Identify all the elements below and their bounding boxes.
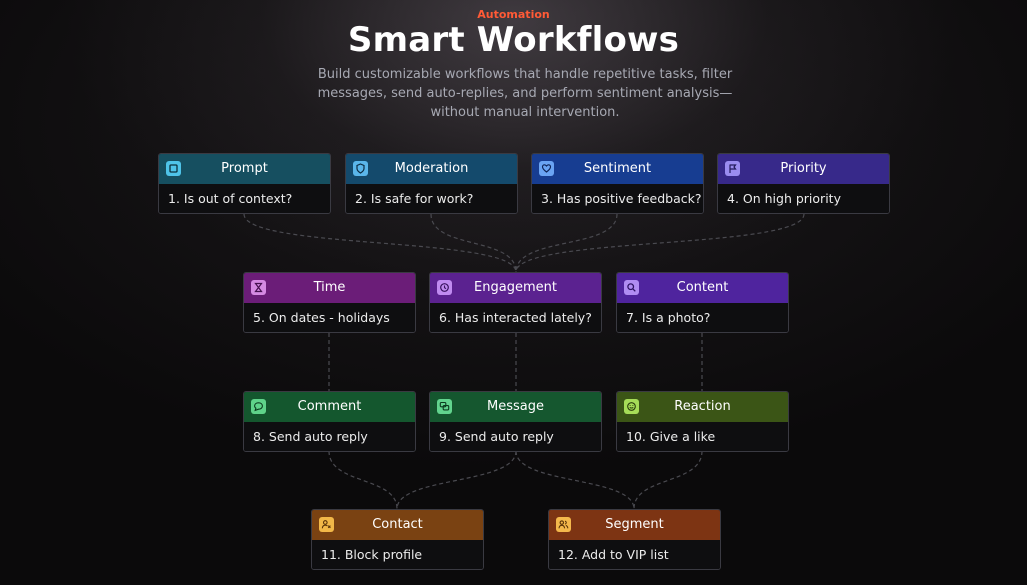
heart-icon [539, 161, 554, 176]
node-step: 7. Is a photo? [617, 303, 788, 332]
connector-moderation-engagement [430, 213, 517, 273]
node-moderation[interactable]: Moderation 2. Is safe for work? [345, 153, 518, 214]
node-header: Sentiment [532, 154, 703, 184]
node-step: 8. Send auto reply [244, 422, 415, 451]
node-header: Engagement [430, 273, 601, 303]
node-label: Contact [372, 517, 423, 532]
node-label: Moderation [394, 161, 469, 176]
flag-icon [725, 161, 740, 176]
connector-reaction-segment [633, 450, 703, 510]
node-header: Content [617, 273, 788, 303]
node-step: 1. Is out of context? [159, 184, 330, 213]
node-priority[interactable]: Priority 4. On high priority [717, 153, 890, 214]
node-step: 9. Send auto reply [430, 422, 601, 451]
node-label: Engagement [474, 280, 557, 295]
connector-sentiment-engagement [515, 213, 618, 273]
node-step: 12. Add to VIP list [549, 540, 720, 569]
node-step: 6. Has interacted lately? [430, 303, 601, 332]
node-step: 5. On dates - holidays [244, 303, 415, 332]
node-step: 2. Is safe for work? [346, 184, 517, 213]
node-header: Segment [549, 510, 720, 540]
node-header: Prompt [159, 154, 330, 184]
node-step: 11. Block profile [312, 540, 483, 569]
node-label: Comment [297, 399, 362, 414]
node-contact[interactable]: Contact 11. Block profile [311, 509, 484, 570]
search-icon [624, 280, 639, 295]
connector-message-contact [396, 450, 517, 510]
node-header: Time [244, 273, 415, 303]
connector-message-segment [515, 450, 635, 510]
node-step: 3. Has positive feedback? [532, 184, 703, 213]
node-comment[interactable]: Comment 8. Send auto reply [243, 391, 416, 452]
connector-priority-engagement [515, 213, 805, 273]
users-icon [556, 517, 571, 532]
node-label: Sentiment [583, 161, 652, 176]
node-header: Reaction [617, 392, 788, 422]
node-header: Priority [718, 154, 889, 184]
node-label: Message [487, 399, 544, 414]
node-label: Priority [780, 161, 827, 176]
user-x-icon [319, 517, 334, 532]
node-sentiment[interactable]: Sentiment 3. Has positive feedback? [531, 153, 704, 214]
node-time[interactable]: Time 5. On dates - holidays [243, 272, 416, 333]
node-label: Content [676, 280, 729, 295]
hourglass-icon [251, 280, 266, 295]
clock-icon [437, 280, 452, 295]
node-reaction[interactable]: Reaction 10. Give a like [616, 391, 789, 452]
shield-icon [353, 161, 368, 176]
node-header: Comment [244, 392, 415, 422]
node-label: Reaction [674, 399, 731, 414]
node-step: 4. On high priority [718, 184, 889, 213]
node-label: Time [313, 280, 346, 295]
connector-comment-contact [328, 450, 398, 510]
smile-icon [624, 399, 639, 414]
node-header: Contact [312, 510, 483, 540]
node-content[interactable]: Content 7. Is a photo? [616, 272, 789, 333]
node-step: 10. Give a like [617, 422, 788, 451]
node-prompt[interactable]: Prompt 1. Is out of context? [158, 153, 331, 214]
node-label: Segment [605, 517, 664, 532]
node-message[interactable]: Message 9. Send auto reply [429, 391, 602, 452]
node-header: Message [430, 392, 601, 422]
messages-icon [437, 399, 452, 414]
node-engagement[interactable]: Engagement 6. Has interacted lately? [429, 272, 602, 333]
node-header: Moderation [346, 154, 517, 184]
node-segment[interactable]: Segment 12. Add to VIP list [548, 509, 721, 570]
node-label: Prompt [221, 161, 268, 176]
comment-icon [251, 399, 266, 414]
square-icon [166, 161, 181, 176]
